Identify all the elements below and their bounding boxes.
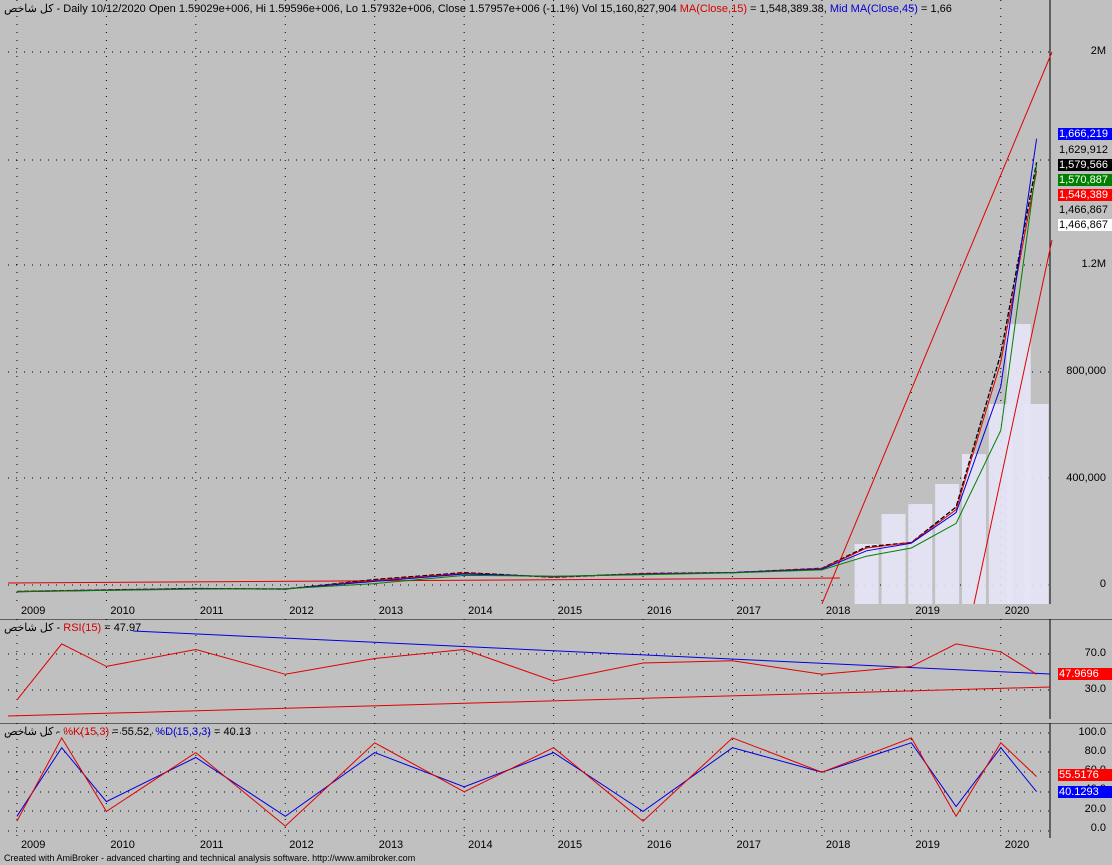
price-y-tick: 2M [1090, 45, 1106, 57]
stoch-d-value: = 40.13 [210, 726, 252, 738]
x-tick-label: 2013 [378, 839, 404, 851]
stoch-y-tick: 20.0 [1084, 803, 1106, 815]
rsi-trendline-lower [7, 686, 1051, 717]
price-tag: 1,579,566 [1058, 159, 1112, 171]
x-axis-stoch: 2009 2010 2011 2012 2013 2014 2015 2016 2017 2018… [8, 838, 1048, 852]
price-header-prefix: کل شاخص - Daily 10/12/2020 Open 1.59029e… [4, 3, 680, 15]
x-tick-label: 2013 [378, 605, 404, 617]
rsi-y-tick: 30.0 [1084, 683, 1106, 695]
ma15-value: = 1,548,389.38, [747, 3, 830, 15]
volume-bar [1024, 404, 1049, 604]
x-tick-label: 2019 [915, 839, 940, 851]
price-y-tick: 400,000 [1066, 472, 1106, 484]
x-tick-label: 2014 [468, 839, 493, 851]
rsi-header-prefix: کل شاخص - [4, 622, 64, 634]
price-y-tick: 1.2M [1081, 258, 1106, 270]
stoch-header: کل شاخص - %K(15,3) = 55.52, %D(15,3,3) =… [4, 725, 1049, 738]
stoch-y-tick: 100.0 [1078, 726, 1106, 738]
stoch-d-line [16, 742, 1037, 817]
mid-label: Mid [829, 3, 851, 15]
stoch-k-tag: 55.5176 [1058, 769, 1112, 781]
x-tick-label: 2012 [289, 839, 314, 851]
price-pane: کل شاخص - Daily 10/12/2020 Open 1.59029e… [0, 0, 1112, 604]
x-tick-label: 2009 [20, 839, 46, 851]
rsi-value: = 47.97 [101, 622, 142, 634]
x-tick-label: 2018 [825, 605, 851, 617]
footer-credit: Created with AmiBroker - advanced charti… [4, 853, 416, 863]
x-tick-label: 2011 [199, 839, 224, 851]
price-tag: 1,548,389 [1058, 189, 1112, 201]
price-tag: 1,629,912 [1058, 144, 1112, 156]
x-tick-label: 2020 [1004, 839, 1030, 851]
x-tick-label: 2016 [647, 605, 672, 617]
x-tick-label: 2016 [647, 839, 672, 851]
x-tick-label: 2017 [736, 839, 761, 851]
ma45-label: MA(Close,45) [850, 3, 918, 15]
x-tick-label: 2015 [557, 605, 583, 617]
x-tick-label: 2012 [289, 605, 314, 617]
stoch-y-tick: 0.0 [1090, 822, 1106, 834]
x-tick-label: 2019 [915, 605, 940, 617]
price-y-tick: 0 [1099, 578, 1106, 590]
price-tag: 1,466,867 [1058, 219, 1112, 231]
x-tick-label: 2014 [468, 605, 493, 617]
rsi-label: RSI(15) [63, 622, 102, 634]
rsi-tag: 47.9696 [1058, 668, 1112, 680]
x-tick-label: 2018 [825, 839, 851, 851]
rsi-y-tick: 70.0 [1084, 647, 1106, 659]
price-chart [7, 0, 1053, 604]
volume-bar [935, 484, 960, 604]
price-header: کل شاخص - Daily 10/12/2020 Open 1.59029e… [4, 2, 1049, 15]
stoch-d-label: %D(15,3,3) [155, 726, 211, 738]
volume-bar [908, 504, 933, 604]
stoch-k-value: = 55.52, [109, 726, 156, 738]
x-tick-label: 2017 [736, 605, 761, 617]
ma15-label: MA(Close,15) [679, 3, 747, 15]
rsi-pane: کل شاخص - RSI(15) = 47.97 70.0 30.0 47.9… [0, 619, 1112, 719]
x-tick-label: 2010 [110, 839, 135, 851]
rsi-header: کل شاخص - RSI(15) = 47.97 [4, 621, 1049, 634]
volume-bar [881, 514, 906, 604]
stoch-y-tick: 80.0 [1084, 745, 1106, 757]
x-tick-label: 2020 [1004, 605, 1030, 617]
stoch-pane: کل شاخص - %K(15,3) = 55.52, %D(15,3,3) =… [0, 723, 1112, 838]
volume-bar [854, 544, 879, 604]
price-y-tick: 800,000 [1066, 365, 1106, 377]
price-tag: 1,570,887 [1058, 174, 1112, 186]
price-tag: 1,666,219 [1058, 128, 1112, 140]
x-tick-label: 2009 [20, 605, 46, 617]
stoch-header-prefix: کل شاخص - [4, 726, 64, 738]
stoch-k-line [16, 736, 1037, 827]
ma45-value: = 1,66 [917, 3, 952, 15]
stoch-chart [0, 723, 1112, 838]
rsi-trendline-upper [133, 630, 1051, 675]
x-tick-label: 2015 [557, 839, 583, 851]
rsi-chart [0, 619, 1112, 719]
x-axis-price: 2009 2010 2011 2012 2013 2014 2015 2016 2017 2018… [8, 604, 1048, 619]
stoch-d-tag: 40.1293 [1058, 786, 1112, 798]
x-tick-label: 2011 [199, 605, 224, 617]
stoch-k-label: %K(15,3) [63, 726, 110, 738]
x-tick-label: 2010 [110, 605, 135, 617]
price-tag: 1,466,867 [1058, 204, 1112, 216]
